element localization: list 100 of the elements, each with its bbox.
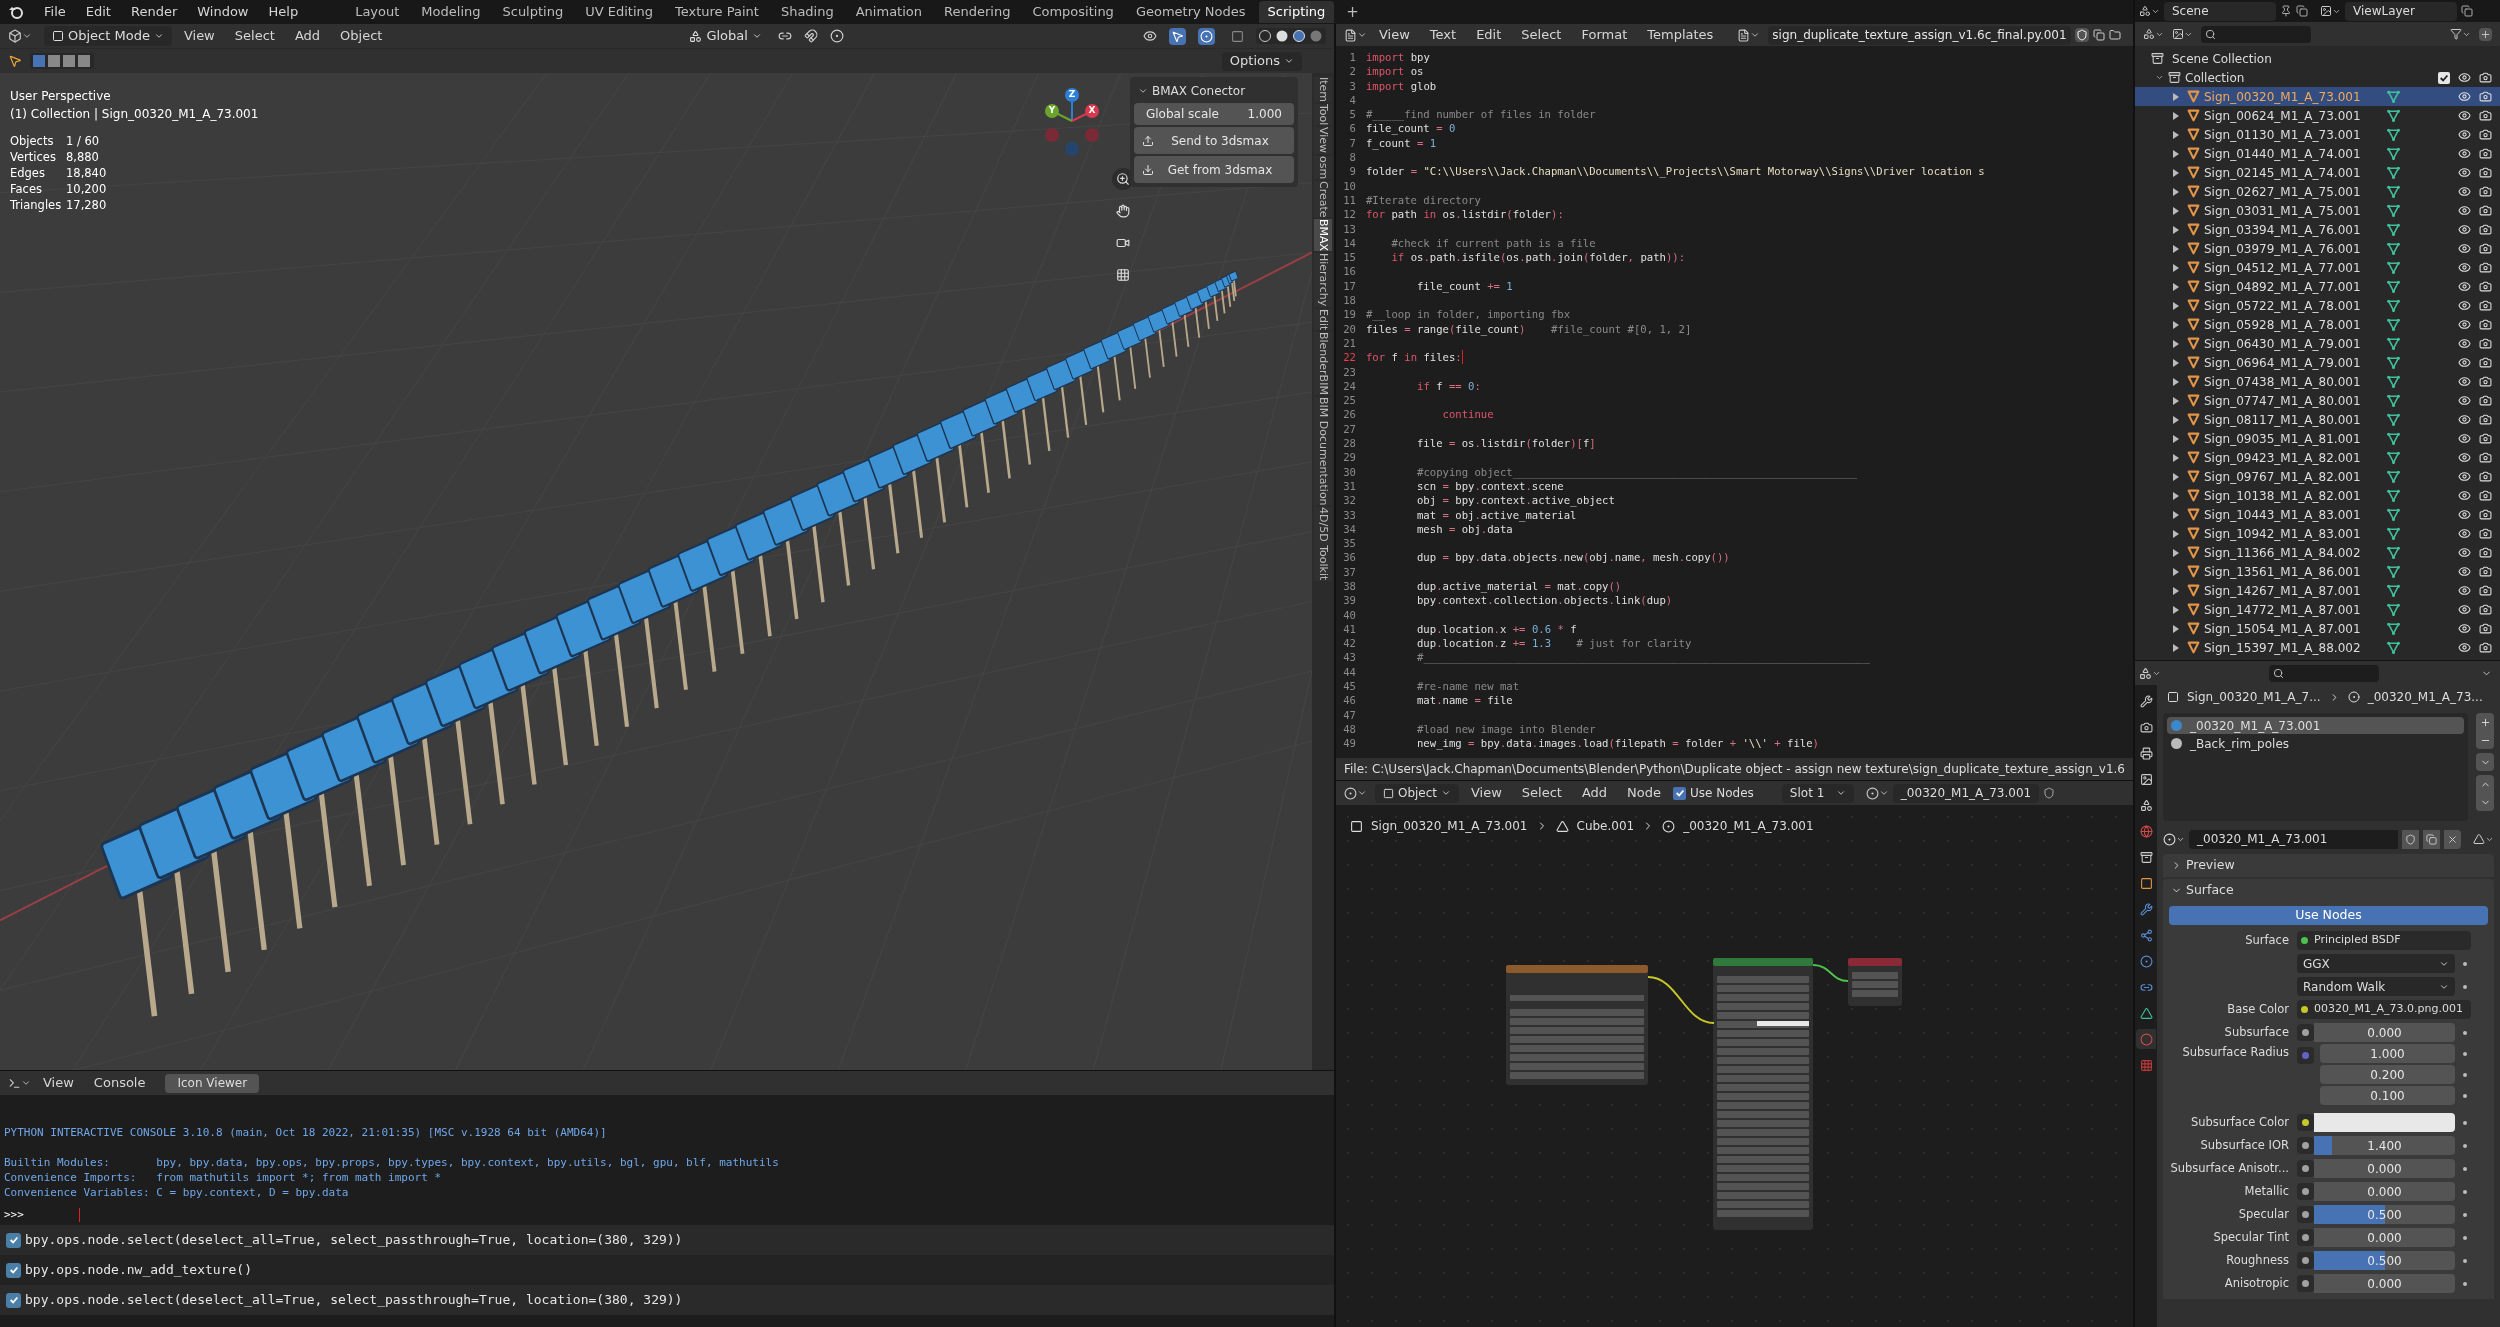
- outliner-row[interactable]: Sign_06430_M1_A_79.001: [2135, 334, 2500, 353]
- outliner-row[interactable]: Sign_13561_M1_A_86.001: [2135, 562, 2500, 581]
- link-field[interactable]: Principled BSDF: [2297, 931, 2471, 950]
- material-name-field[interactable]: _00320_M1_A_73.001: [1892, 783, 2040, 803]
- menu-item[interactable]: Select: [226, 26, 283, 46]
- menu-item[interactable]: Render: [122, 2, 186, 22]
- panel-header[interactable]: Surface: [2163, 879, 2494, 902]
- sidebar-tab[interactable]: Create: [1313, 180, 1332, 218]
- orientation-dropdown[interactable]: Global: [689, 26, 762, 46]
- outliner-row[interactable]: Sign_01440_M1_A_74.001: [2135, 144, 2500, 163]
- outliner-row[interactable]: Sign_10443_M1_A_83.001: [2135, 505, 2500, 524]
- menu-item[interactable]: Text: [1421, 25, 1465, 45]
- workspace-tab[interactable]: Layout: [346, 1, 409, 23]
- outliner-row[interactable]: Sign_00624_M1_A_73.001: [2135, 106, 2500, 125]
- outliner-row[interactable]: Sign_03979_M1_A_76.001: [2135, 239, 2500, 258]
- outliner-row[interactable]: Sign_01130_M1_A_73.001: [2135, 125, 2500, 144]
- menu-item[interactable]: View: [1462, 783, 1510, 803]
- breadcrumb-item[interactable]: Sign_00320_M1_A_73.001: [1349, 817, 1528, 835]
- workspace-tab[interactable]: Geometry Nodes: [1126, 1, 1255, 23]
- outliner-row[interactable]: Sign_04512_M1_A_77.001: [2135, 258, 2500, 277]
- menu-item[interactable]: Edit: [77, 2, 119, 22]
- sidebar-tab[interactable]: osm: [1313, 155, 1332, 179]
- outliner-row[interactable]: Sign_03031_M1_A_75.001: [2135, 201, 2500, 220]
- menu-item[interactable]: Format: [1573, 25, 1636, 45]
- outliner-row[interactable]: Sign_14772_M1_A_87.001: [2135, 600, 2500, 619]
- outliner-row[interactable]: Sign_09035_M1_A_81.001: [2135, 429, 2500, 448]
- outliner-row[interactable]: Sign_05722_M1_A_78.001: [2135, 296, 2500, 315]
- menu-item[interactable]: View: [35, 1073, 82, 1093]
- menu-item[interactable]: Object: [332, 26, 391, 46]
- object-dropdown[interactable]: Object: [1374, 783, 1459, 803]
- outliner-row[interactable]: Sign_06964_M1_A_79.001: [2135, 353, 2500, 372]
- scale-field[interactable]: Global scale 1.000: [1133, 103, 1294, 125]
- outliner-row[interactable]: Sign_07747_M1_A_80.001: [2135, 391, 2500, 410]
- outliner-row[interactable]: Sign_02145_M1_A_74.001: [2135, 163, 2500, 182]
- file-name-field[interactable]: sign_duplicate_texture_assign_v1.6c_final.py.001: [1768, 25, 2071, 45]
- panel-title[interactable]: BMAX Conector: [1151, 82, 1246, 100]
- material-slot[interactable]: _Back_rim_poles: [2167, 735, 2464, 752]
- sidebar-tab[interactable]: Edit: [1313, 308, 1332, 330]
- menu-item[interactable]: Add: [1573, 783, 1616, 803]
- breadcrumb-item[interactable]: Sign_00320_M1_A_7...: [2187, 688, 2321, 706]
- menu-item[interactable]: Help: [260, 2, 307, 22]
- icon-viewer-button[interactable]: Icon Viewer: [165, 1073, 260, 1093]
- outliner-row[interactable]: Sign_05928_M1_A_78.001: [2135, 315, 2500, 334]
- tree-item[interactable]: Scene Collection: [2172, 49, 2272, 68]
- workspace-tab[interactable]: UV Editing: [576, 1, 662, 23]
- menu-item[interactable]: Add: [286, 26, 329, 46]
- options-button[interactable]: Options: [1221, 51, 1302, 71]
- view-layer-field[interactable]: ViewLayer: [2345, 1, 2457, 21]
- dropdown[interactable]: Random Walk: [2297, 977, 2455, 996]
- menu-item[interactable]: Select: [1513, 783, 1570, 803]
- number-field[interactable]: 1.000: [2320, 1044, 2455, 1063]
- menu-item[interactable]: Window: [189, 2, 257, 22]
- add-workspace-button[interactable]: +: [1338, 0, 1367, 24]
- material-slot[interactable]: _00320_M1_A_73.001: [2167, 717, 2464, 734]
- workspace-tab[interactable]: Rendering: [935, 1, 1020, 23]
- outliner-row[interactable]: Sign_15397_M1_A_88.002: [2135, 638, 2500, 657]
- workspace-tab[interactable]: Animation: [846, 1, 931, 23]
- use-nodes-checkbox[interactable]: Use Nodes: [1673, 784, 1754, 802]
- sidebar-tab[interactable]: View: [1313, 127, 1332, 154]
- material-name-field[interactable]: _00320_M1_A_73.001: [2189, 829, 2398, 849]
- workspace-tab[interactable]: Scripting: [1258, 1, 1335, 23]
- menu-item[interactable]: View: [175, 26, 223, 46]
- panel-button[interactable]: Get from 3dsmax: [1133, 156, 1294, 183]
- outliner-row[interactable]: Sign_10942_M1_A_83.001: [2135, 524, 2500, 543]
- outliner-row[interactable]: Sign_07438_M1_A_80.001: [2135, 372, 2500, 391]
- workspace-tab[interactable]: Sculpting: [493, 1, 573, 23]
- outliner-row[interactable]: Sign_15054_M1_A_87.001: [2135, 619, 2500, 638]
- number-slider[interactable]: 1.400: [2314, 1136, 2455, 1155]
- sidebar-tab[interactable]: BlenderBIM: [1313, 331, 1332, 395]
- outliner-row[interactable]: Sign_10138_M1_A_82.001: [2135, 486, 2500, 505]
- menu-item[interactable]: File: [36, 2, 74, 22]
- sidebar-tab[interactable]: Hierarchy: [1313, 253, 1332, 307]
- menu-item[interactable]: Edit: [1468, 25, 1510, 45]
- dropdown[interactable]: GGX: [2297, 954, 2455, 973]
- outliner-row[interactable]: Sign_02627_M1_A_75.001: [2135, 182, 2500, 201]
- menu-item[interactable]: Templates: [1639, 25, 1722, 45]
- slot-dropdown[interactable]: Slot 1: [1781, 783, 1854, 803]
- number-field[interactable]: 0.100: [2320, 1086, 2455, 1105]
- scene-field[interactable]: Scene: [2164, 1, 2276, 21]
- link-field[interactable]: 00320_M1_A_73.0.png.001: [2297, 1000, 2471, 1019]
- breadcrumb-item[interactable]: _00320_M1_A_73.001: [1662, 817, 1814, 835]
- menu-item[interactable]: Node: [1619, 783, 1670, 803]
- outliner-row[interactable]: Sign_04892_M1_A_77.001: [2135, 277, 2500, 296]
- workspace-tab[interactable]: Shading: [771, 1, 843, 23]
- sidebar-tab[interactable]: Item: [1313, 77, 1332, 103]
- menu-item[interactable]: Select: [1513, 25, 1570, 45]
- outliner-row[interactable]: Sign_11366_M1_A_84.002: [2135, 543, 2500, 562]
- workspace-tab[interactable]: Texture Paint: [666, 1, 768, 23]
- menu-item[interactable]: View: [1370, 25, 1418, 45]
- mode-dropdown[interactable]: Object Mode: [44, 26, 172, 46]
- panel-header[interactable]: Preview: [2163, 854, 2494, 877]
- panel-button[interactable]: Send to 3dsmax: [1133, 127, 1294, 154]
- breadcrumb-item[interactable]: _00320_M1_A_73...: [2367, 688, 2483, 706]
- sidebar-tab[interactable]: Tool: [1313, 104, 1332, 126]
- outliner-row[interactable]: Sign_09423_M1_A_82.001: [2135, 448, 2500, 467]
- outliner-row[interactable]: Sign_14267_M1_A_87.001: [2135, 581, 2500, 600]
- tree-item[interactable]: Collection: [2185, 68, 2245, 87]
- menu-item[interactable]: Console: [85, 1073, 154, 1093]
- outliner-row[interactable]: Sign_03394_M1_A_76.001: [2135, 220, 2500, 239]
- breadcrumb-item[interactable]: Cube.001: [1555, 817, 1635, 835]
